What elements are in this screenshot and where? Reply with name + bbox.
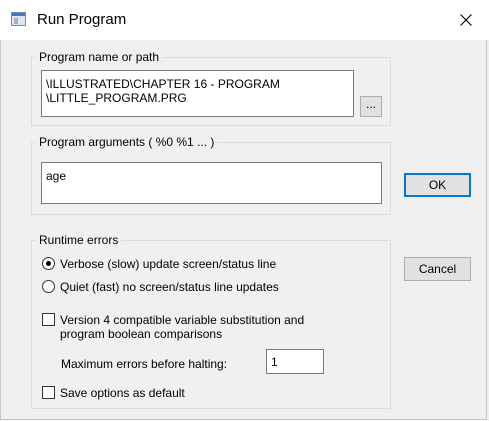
program-arguments-input[interactable]: age (41, 162, 382, 204)
cancel-button[interactable]: Cancel (404, 257, 471, 281)
quiet-radio-option[interactable]: Quiet (fast) no screen/status line updat… (42, 280, 279, 294)
verbose-radio-label: Verbose (slow) update screen/status line (60, 257, 277, 271)
title-bar: Run Program (0, 0, 489, 40)
program-path-group-label: Program name or path (39, 50, 160, 64)
compat-checkbox-option[interactable]: Version 4 compatible variable substituti… (42, 313, 304, 341)
verbose-radio-option[interactable]: Verbose (slow) update screen/status line (42, 257, 276, 271)
quiet-radio-label: Quiet (fast) no screen/status line updat… (60, 280, 279, 294)
compat-checkbox[interactable] (42, 313, 55, 326)
verbose-radio[interactable] (42, 257, 55, 270)
close-icon (460, 14, 472, 26)
program-path-input[interactable]: \ILLUSTRATED\CHAPTER 16 - PROGRAM \LITTL… (41, 70, 354, 117)
browse-button[interactable]: ... (360, 96, 382, 117)
window-title: Run Program (37, 11, 127, 28)
ok-button[interactable]: OK (404, 173, 471, 197)
quiet-radio[interactable] (42, 280, 55, 293)
runtime-errors-group-label: Runtime errors (39, 233, 119, 247)
max-errors-input[interactable]: 1 (266, 349, 324, 374)
save-default-checkbox[interactable] (42, 386, 55, 399)
application-icon (11, 12, 26, 26)
save-default-checkbox-label: Save options as default (60, 386, 185, 400)
program-arguments-group-label: Program arguments ( %0 %1 ... ) (39, 135, 215, 149)
save-default-checkbox-option[interactable]: Save options as default (42, 386, 185, 400)
max-errors-label: Maximum errors before halting: (61, 357, 228, 371)
compat-checkbox-label: Version 4 compatible variable substituti… (60, 313, 305, 341)
close-button[interactable] (443, 0, 489, 40)
